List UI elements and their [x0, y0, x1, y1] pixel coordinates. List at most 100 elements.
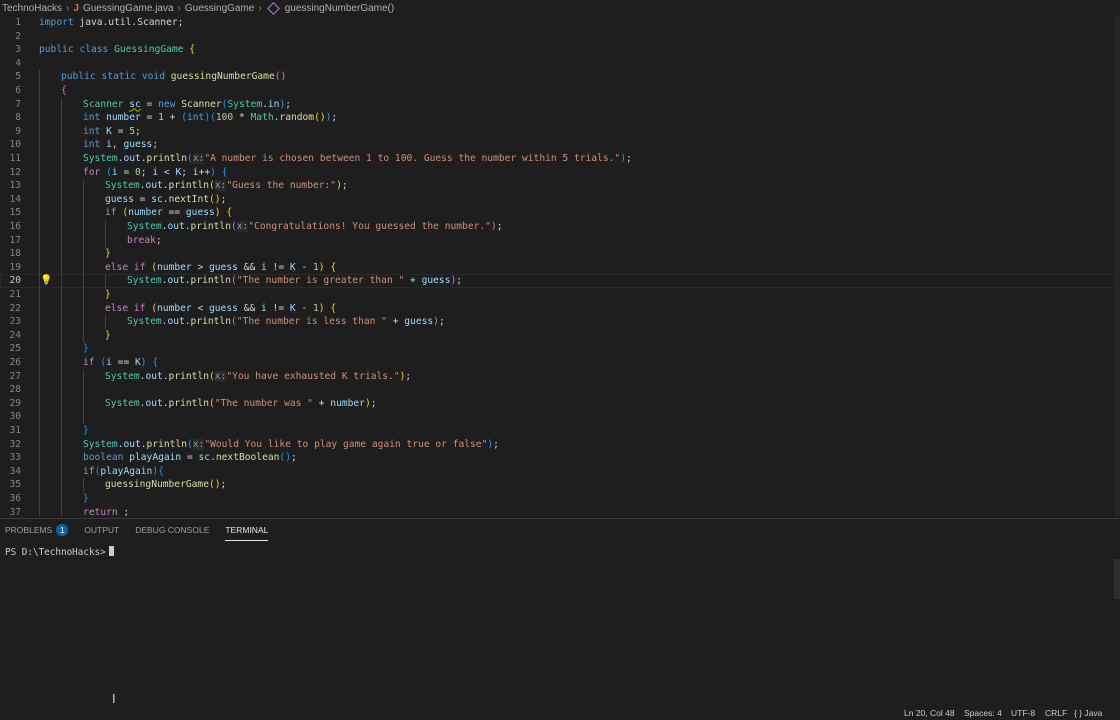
code-token: System — [105, 397, 140, 409]
line-number[interactable]: 10 — [0, 138, 21, 152]
code-line[interactable]: 6{ — [0, 84, 1120, 98]
code-line[interactable]: 15 if (number == guess) { — [0, 206, 1120, 220]
code-line[interactable]: 19 else if (number > guess && i != K - 1)… — [0, 260, 1120, 275]
indent-guide — [61, 111, 62, 125]
line-number[interactable]: 20 — [0, 274, 21, 288]
code-line[interactable]: 12 for (i = 0; i < K; i++) { — [0, 165, 1120, 180]
code-line[interactable]: 14 guess = sc.nextInt(); — [0, 192, 1120, 207]
line-number[interactable]: 19 — [0, 261, 21, 275]
code-editor[interactable]: 1 import java.util.Scanner; 2 3 public class… — [0, 16, 1120, 516]
line-number[interactable]: 32 — [0, 438, 21, 452]
line-number[interactable]: 22 — [0, 302, 21, 316]
code-line[interactable]: 32 System.out.println(x:"Would You like t… — [0, 437, 1120, 452]
line-number[interactable]: 25 — [0, 342, 21, 356]
line-number[interactable]: 5 — [0, 70, 21, 84]
line-number[interactable]: 26 — [0, 356, 21, 370]
line-number[interactable]: 27 — [0, 370, 21, 384]
line-number[interactable]: 17 — [0, 234, 21, 248]
code-line[interactable]: 2 — [0, 30, 1120, 44]
code-line[interactable]: 18} — [0, 247, 1120, 261]
code-line[interactable]: 25} — [0, 342, 1120, 356]
line-number[interactable]: 4 — [0, 57, 21, 71]
lightbulb-icon[interactable]: 💡 — [40, 274, 52, 288]
code-token: ; — [290, 452, 297, 464]
code-line[interactable]: 23 System.out.println("The number is less… — [0, 315, 1120, 329]
code-line[interactable]: 37 return ; — [0, 505, 1120, 516]
code-line[interactable]: 9 int K = 5; — [0, 124, 1120, 139]
line-number[interactable]: 33 — [0, 451, 21, 465]
code-line[interactable]: 29 System.out.println("The number was " +… — [0, 396, 1120, 411]
line-number[interactable]: 23 — [0, 315, 21, 329]
code-token: System — [83, 438, 118, 450]
line-number[interactable]: 29 — [0, 397, 21, 411]
code-line[interactable]: 30 — [0, 410, 1120, 424]
code-line[interactable]: 16 System.out.println(x:"Congratulations!… — [0, 220, 1120, 234]
code-line[interactable]: 17 break; — [0, 233, 1120, 248]
code-line[interactable]: 1 import java.util.Scanner; — [0, 16, 1120, 30]
code-line[interactable]: 22 else if (number < guess && i != K - 1)… — [0, 301, 1120, 316]
code-line[interactable]: 8 int number = 1 + (int)(100 * Math.rando… — [0, 111, 1120, 125]
code-line[interactable]: 36} — [0, 492, 1120, 506]
code-token: ( — [230, 221, 237, 232]
code-line[interactable]: 31} — [0, 424, 1120, 438]
code-line[interactable]: 27 System.out.println(x:"You have exhaust… — [0, 369, 1120, 384]
line-number[interactable]: 34 — [0, 465, 21, 479]
line-number[interactable]: 36 — [0, 492, 21, 506]
line-number[interactable]: 30 — [0, 410, 21, 424]
code-line[interactable]: 20 💡 System.out.println("The number is gre… — [0, 274, 1120, 288]
line-number[interactable]: 28 — [0, 383, 21, 397]
language-mode[interactable]: { } Java — [1074, 708, 1102, 718]
code-line[interactable]: 13 System.out.println(x:"Guess the number… — [0, 179, 1120, 193]
line-number[interactable]: 7 — [0, 98, 21, 112]
line-number[interactable]: 16 — [0, 220, 21, 234]
code-line[interactable]: 4 — [0, 57, 1120, 71]
code-line[interactable]: 35 guessingNumberGame(); — [0, 478, 1120, 492]
terminal-output[interactable]: PS D:\TechnoHacks> — [5, 546, 114, 558]
code-token: { — [226, 207, 233, 219]
breadcrumb-file[interactable]: GuessingGame.java — [83, 3, 174, 14]
code-line[interactable]: 7 Scanner sc = new Scanner(System.in); — [0, 97, 1120, 112]
tab-debug-console[interactable]: DEBUG CONSOLE — [135, 519, 209, 541]
breadcrumb-folder[interactable]: TechnoHacks — [2, 3, 62, 14]
line-number[interactable]: 11 — [0, 152, 21, 166]
indentation[interactable]: Spaces: 4 — [964, 708, 1002, 718]
tab-problems[interactable]: PROBLEMS 1 — [5, 519, 69, 541]
line-number[interactable]: 14 — [0, 193, 21, 207]
line-number[interactable]: 9 — [0, 125, 21, 139]
code-line[interactable]: 5 public static void guessingNumberGame() — [0, 70, 1120, 84]
encoding[interactable]: UTF-8 — [1011, 708, 1035, 718]
breadcrumb-method[interactable]: guessingNumberGame() — [285, 3, 395, 14]
line-number[interactable]: 21 — [0, 288, 21, 302]
line-number[interactable]: 24 — [0, 329, 21, 343]
line-number[interactable]: 12 — [0, 166, 21, 180]
line-number[interactable]: 31 — [0, 424, 21, 438]
indent-guide — [61, 206, 62, 220]
line-number[interactable]: 13 — [0, 179, 21, 193]
breadcrumb-class[interactable]: GuessingGame — [185, 3, 254, 14]
code-line[interactable]: 3 public class GuessingGame { — [0, 43, 1120, 57]
code-line[interactable]: 28 — [0, 383, 1120, 397]
code-line[interactable]: 11 System.out.println(x:"A number is chos… — [0, 152, 1120, 166]
line-number[interactable]: 35 — [0, 478, 21, 492]
line-number[interactable]: 2 — [0, 30, 21, 44]
line-number[interactable]: 8 — [0, 111, 21, 125]
code-line[interactable]: 33 boolean playAgain = sc.nextBoolean(); — [0, 451, 1120, 465]
code-line[interactable]: 26 if (i == K) { — [0, 356, 1120, 370]
line-number[interactable]: 18 — [0, 247, 21, 261]
code-token: () — [274, 71, 287, 83]
code-line[interactable]: 24} — [0, 328, 1120, 343]
code-line[interactable]: 34 if(playAgain){ — [0, 464, 1120, 479]
code-line[interactable]: 10 int i, guess; — [0, 138, 1120, 152]
cursor-position[interactable]: Ln 20, Col 48 — [904, 708, 955, 718]
line-number[interactable]: 15 — [0, 206, 21, 220]
terminal-scrollbar[interactable] — [1114, 559, 1120, 599]
code-line[interactable]: 21} — [0, 288, 1120, 302]
tab-output[interactable]: OUTPUT — [84, 519, 119, 541]
line-number[interactable]: 6 — [0, 84, 21, 98]
end-of-line[interactable]: CRLF — [1045, 708, 1067, 718]
tab-terminal[interactable]: TERMINAL — [225, 519, 268, 541]
line-number[interactable]: 37 — [0, 506, 21, 516]
editor-scrollbar[interactable] — [1114, 16, 1120, 516]
line-number[interactable]: 3 — [0, 43, 21, 57]
line-number[interactable]: 1 — [0, 16, 21, 30]
